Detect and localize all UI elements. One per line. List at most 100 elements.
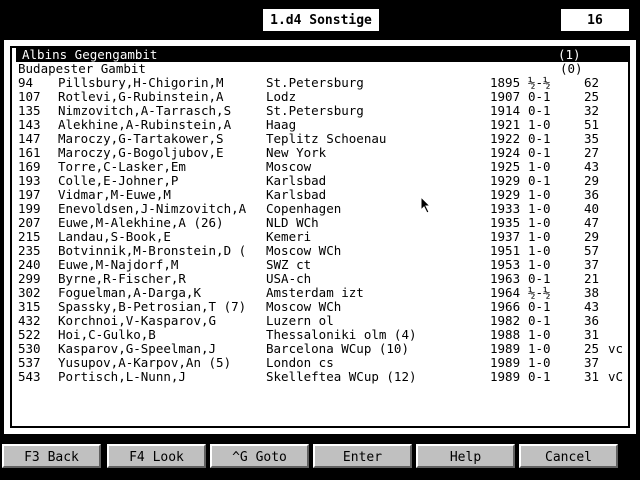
game-moves: 38 (584, 285, 600, 300)
game-moves: 37 (584, 355, 600, 370)
game-year: 1963 (490, 271, 521, 286)
game-players: Pillsbury,H-Chigorin,M (58, 75, 224, 90)
game-id: 315 (18, 299, 41, 314)
game-row[interactable]: 169 Torre,C-Lasker,Em Moscow 1925 1-0 43 (18, 160, 630, 174)
game-row[interactable]: 107 Rotlevi,G-Rubinstein,A Lodz 1907 0-1 25 (18, 90, 630, 104)
game-row[interactable]: 537 Yusupov,A-Karpov,An (5) London cs 1989 1… (18, 356, 630, 370)
game-id: 240 (18, 257, 41, 272)
game-year: 1914 (490, 103, 521, 118)
game-id: 302 (18, 285, 41, 300)
game-row[interactable]: 197 Vidmar,M-Euwe,M Karlsbad 1929 1-0 36 (18, 188, 630, 202)
game-count: 16 (560, 8, 630, 32)
game-moves: 51 (584, 117, 600, 132)
game-id: 193 (18, 173, 41, 188)
game-result: 0-1 (528, 103, 551, 118)
goto-button[interactable]: ^G Goto (210, 444, 309, 468)
game-row[interactable]: 240 Euwe,M-Najdorf,M SWZ ct 1953 1-0 37 (18, 258, 630, 272)
game-row[interactable]: 193 Colle,E-Johner,P Karlsbad 1929 0-1 29 (18, 174, 630, 188)
cancel-button[interactable]: Cancel (519, 444, 618, 468)
game-row[interactable]: 147 Maroczy,G-Tartakower,S Teplitz Schoena… (18, 132, 630, 146)
game-row[interactable]: 522 Hoi,C-Gulko,B Thessaloniki olm (4) 1988… (18, 328, 630, 342)
game-moves: 31 (584, 327, 600, 342)
game-result: 1-0 (528, 201, 551, 216)
game-players: Korchnoi,V-Kasparov,G (58, 313, 217, 328)
game-players: Botvinnik,M-Bronstein,D ( (58, 243, 247, 258)
game-result: 1-0 (528, 229, 551, 244)
game-result: 1-0 (528, 341, 551, 356)
game-players: Enevoldsen,J-Nimzovitch,A (58, 201, 247, 216)
game-moves: 40 (584, 201, 600, 216)
game-row[interactable]: 543 Portisch,L-Nunn,J Skelleftea WCup (12)… (18, 370, 630, 384)
game-moves: 25 (584, 89, 600, 104)
game-row[interactable]: 135 Nimzovitch,A-Tarrasch,S St.Petersburg 1… (18, 104, 630, 118)
game-moves: 21 (584, 271, 600, 286)
game-row[interactable]: 530 Kasparov,G-Speelman,J Barcelona WCup (… (18, 342, 630, 356)
game-event: Teplitz Schoenau (266, 131, 387, 146)
game-players: Euwe,M-Najdorf,M (58, 257, 179, 272)
game-players: Maroczy,G-Bogoljubov,E (58, 145, 224, 160)
game-players: Spassky,B-Petrosian,T (7) (58, 299, 247, 314)
game-row[interactable]: 143 Alekhine,A-Rubinstein,A Haag 1921 1-0 51 (18, 118, 630, 132)
game-moves: 47 (584, 215, 600, 230)
game-row[interactable]: 161 Maroczy,G-Bogoljubov,E New York 1924 0-1… (18, 146, 630, 160)
game-id: 199 (18, 201, 41, 216)
game-players: Hoi,C-Gulko,B (58, 327, 156, 342)
game-year: 1988 (490, 327, 521, 342)
game-row[interactable]: 302 Foguelman,A-Darga,K Amsterdam izt 1964 ½… (18, 286, 630, 300)
opening-row-budapester[interactable]: Budapester Gambit (0) (18, 62, 630, 76)
game-row[interactable]: 94 Pillsbury,H-Chigorin,M St.Petersburg 189… (18, 76, 630, 90)
game-moves: 35 (584, 131, 600, 146)
game-year: 1929 (490, 187, 521, 202)
game-event: St.Petersburg (266, 75, 364, 90)
game-id: 235 (18, 243, 41, 258)
enter-button[interactable]: Enter (313, 444, 412, 468)
game-year: 1937 (490, 229, 521, 244)
back-button[interactable]: F3 Back (2, 444, 101, 468)
game-row[interactable]: 315 Spassky,B-Petrosian,T (7) Moscow WCh 19… (18, 300, 630, 314)
look-button[interactable]: F4 Look (107, 444, 206, 468)
game-moves: 27 (584, 145, 600, 160)
game-id: 143 (18, 117, 41, 132)
game-moves: 43 (584, 299, 600, 314)
game-players: Maroczy,G-Tartakower,S (58, 131, 224, 146)
game-year: 1966 (490, 299, 521, 314)
game-year: 1953 (490, 257, 521, 272)
game-year: 1929 (490, 173, 521, 188)
opening-row-albins[interactable]: Albins Gegengambit (1) (16, 48, 630, 62)
opening-name: Albins Gegengambit (22, 47, 158, 62)
game-row[interactable]: 299 Byrne,R-Fischer,R USA-ch 1963 0-1 21 (18, 272, 630, 286)
game-players: Kasparov,G-Speelman,J (58, 341, 217, 356)
game-row[interactable]: 207 Euwe,M-Alekhine,A (26) NLD WCh 1935 1-0 4… (18, 216, 630, 230)
mouse-pointer-icon (420, 196, 432, 214)
game-result: 1-0 (528, 327, 551, 342)
game-list-panel: Albins Gegengambit (1) Budapester Gambit… (4, 40, 636, 434)
game-result: 1-0 (528, 243, 551, 258)
game-event: Haag (266, 117, 297, 132)
game-result: 0-1 (528, 313, 551, 328)
game-event: Copenhagen (266, 201, 342, 216)
game-id: 94 (18, 75, 34, 90)
game-result: 0-1 (528, 145, 551, 160)
game-moves: 43 (584, 159, 600, 174)
game-row[interactable]: 432 Korchnoi,V-Kasparov,G Luzern ol 1982 0-1… (18, 314, 630, 328)
game-result: 1-0 (528, 187, 551, 202)
game-moves: 36 (584, 187, 600, 202)
game-event: New York (266, 145, 327, 160)
game-moves: 29 (584, 229, 600, 244)
game-moves: 57 (584, 243, 600, 258)
game-row[interactable]: 199 Enevoldsen,J-Nimzovitch,A Copenhagen 19… (18, 202, 630, 216)
game-row[interactable]: 215 Landau,S-Book,E Kemeri 1937 1-0 29 (18, 230, 630, 244)
game-result: 0-1 (528, 131, 551, 146)
game-moves: 62 (584, 75, 600, 90)
game-result: 0-1 (528, 89, 551, 104)
game-year: 1922 (490, 131, 521, 146)
game-result: 0-1 (528, 173, 551, 188)
game-event: St.Petersburg (266, 103, 364, 118)
game-event: USA-ch (266, 271, 312, 286)
game-row[interactable]: 235 Botvinnik,M-Bronstein,D (Moscow WCh 19… (18, 244, 630, 258)
game-year: 1925 (490, 159, 521, 174)
game-note: vc (608, 341, 624, 356)
help-button[interactable]: Help (416, 444, 515, 468)
game-moves: 29 (584, 173, 600, 188)
game-players: Byrne,R-Fischer,R (58, 271, 186, 286)
